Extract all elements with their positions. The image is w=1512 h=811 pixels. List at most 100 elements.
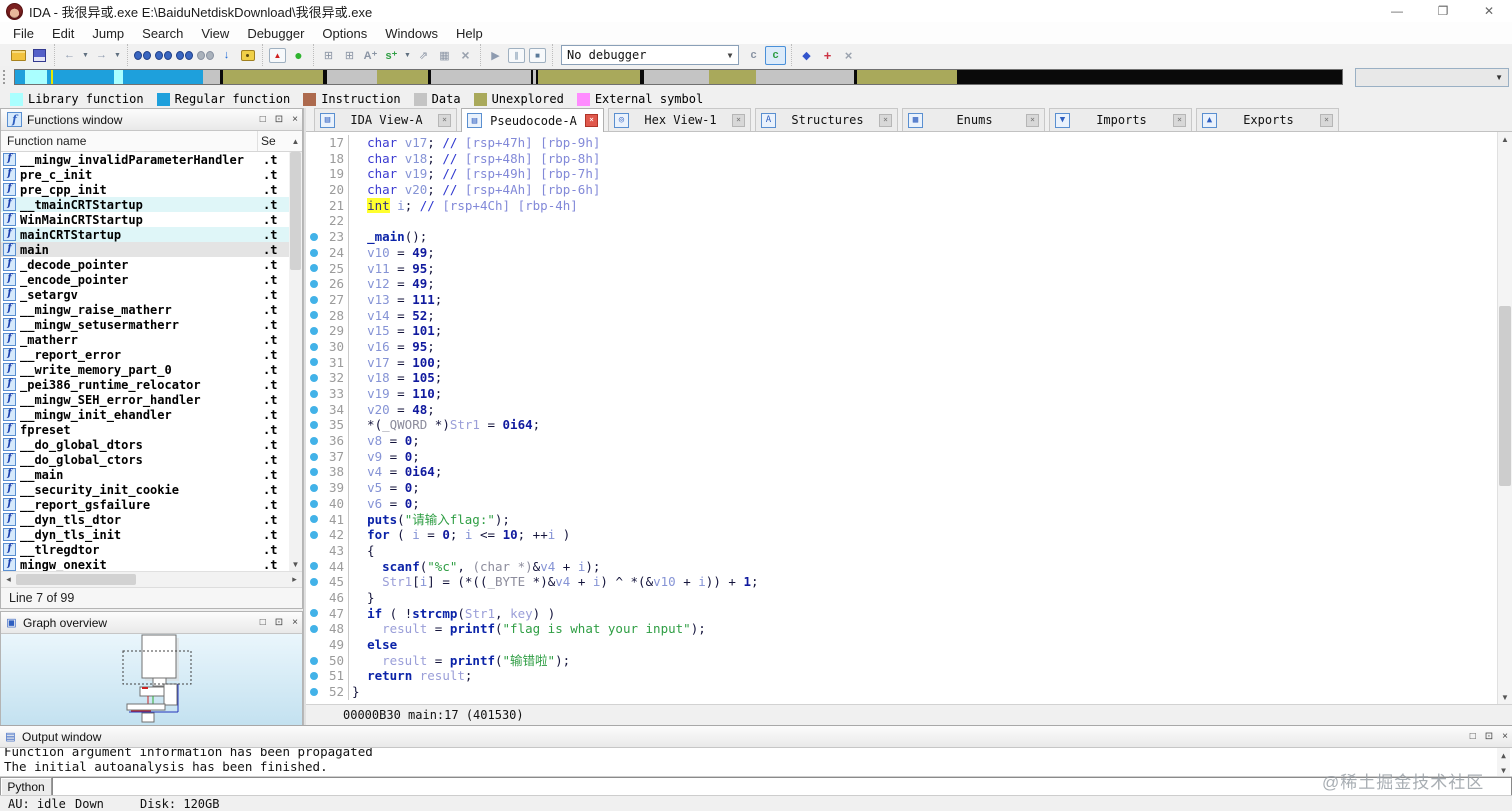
output-close-button[interactable]: × xyxy=(1502,731,1508,742)
code-line[interactable]: 46 } xyxy=(306,589,1512,606)
navband-segment[interactable] xyxy=(327,70,377,84)
navband-segment[interactable] xyxy=(957,70,1342,84)
function-row[interactable]: f _encode_pointer .t xyxy=(1,272,289,287)
function-row[interactable]: f _matherr .t xyxy=(1,332,289,347)
function-row[interactable]: f __report_gsfailure .t xyxy=(1,497,289,512)
python-command-input[interactable] xyxy=(52,777,1512,796)
tab-close-icon[interactable]: × xyxy=(438,113,451,127)
menu-item-file[interactable]: File xyxy=(4,24,43,43)
code-line[interactable]: 25 v11 = 95; xyxy=(306,260,1512,277)
code-line[interactable]: 19 char v19; // [rsp+49h] [rbp-7h] xyxy=(306,166,1512,183)
function-row[interactable]: f pre_cpp_init .t xyxy=(1,182,289,197)
add-type-icon[interactable]: A⁺ xyxy=(361,47,380,64)
column-segment[interactable]: Se xyxy=(258,134,289,148)
function-row[interactable]: f __main .t xyxy=(1,467,289,482)
pause-process-icon[interactable]: ∥ xyxy=(508,47,525,63)
debugger-windows-icon[interactable]: ◆ xyxy=(797,47,816,64)
code-line[interactable]: 48 result = printf("flag is what your in… xyxy=(306,621,1512,637)
back-history-caret-icon[interactable]: ▼ xyxy=(81,47,90,64)
code-line[interactable]: 34 v20 = 48; xyxy=(306,401,1512,418)
navband-segment[interactable] xyxy=(431,70,531,84)
code-line[interactable]: 50 result = printf("输错啦"); xyxy=(306,652,1512,669)
open-file-icon[interactable] xyxy=(9,47,28,64)
scroll-right-icon[interactable]: ▸ xyxy=(287,574,302,585)
scrollbar-thumb[interactable] xyxy=(16,574,136,585)
functions-vertical-scrollbar[interactable]: ▼ xyxy=(289,152,302,571)
code-line[interactable]: 24 v10 = 49; xyxy=(306,244,1512,261)
function-row[interactable]: f __do_global_ctors .t xyxy=(1,452,289,467)
function-row[interactable]: f __mingw_setusermatherr .t xyxy=(1,317,289,332)
menu-item-debugger[interactable]: Debugger xyxy=(238,24,313,43)
tab-close-icon[interactable]: × xyxy=(1026,113,1039,127)
code-line[interactable]: 52} xyxy=(306,684,1512,700)
autoanalysis-indicator-icon[interactable]: ● xyxy=(289,47,308,64)
search-text-icon[interactable] xyxy=(154,47,173,64)
function-row[interactable]: f mingw_onexit .t xyxy=(1,557,289,571)
function-row[interactable]: f main .t xyxy=(1,242,289,257)
function-row[interactable]: f __dyn_tls_dtor .t xyxy=(1,512,289,527)
create-struct-icon[interactable]: ⊞ xyxy=(319,47,338,64)
navband-segment[interactable] xyxy=(223,70,323,84)
function-row[interactable]: f __dyn_tls_init .t xyxy=(1,527,289,542)
scroll-down-icon[interactable]: ▼ xyxy=(289,558,302,571)
function-row[interactable]: f __mingw_SEH_error_handler .t xyxy=(1,392,289,407)
forward-history-caret-icon[interactable]: ▼ xyxy=(113,47,122,64)
code-line[interactable]: 36 v8 = 0; xyxy=(306,433,1512,449)
pin-icon[interactable]: ⇗ xyxy=(414,47,433,64)
code-line[interactable]: 18 char v18; // [rsp+48h] [rbp-8h] xyxy=(306,150,1512,167)
tab-close-icon[interactable]: × xyxy=(585,114,598,127)
cancel-action-icon[interactable]: × xyxy=(456,47,475,64)
tab-enums[interactable]: ▦ Enums × xyxy=(902,108,1045,131)
search-binary-icon[interactable] xyxy=(133,47,152,64)
navband-drag-handle[interactable] xyxy=(3,70,12,84)
code-line[interactable]: 20 char v20; // [rsp+4Ah] [rbp-6h] xyxy=(306,182,1512,198)
function-row[interactable]: f __mingw_invalidParameterHandler .t xyxy=(1,152,289,167)
function-row[interactable]: f __mingw_raise_matherr .t xyxy=(1,302,289,317)
code-line[interactable]: 45 Str1[i] = (*((_BYTE *)&v4 + i) ^ *(&v… xyxy=(306,574,1512,590)
tab-exports[interactable]: ▲ Exports × xyxy=(1196,108,1339,131)
pseudocode-vertical-scrollbar[interactable]: ▲ ▼ xyxy=(1497,132,1512,704)
code-line[interactable]: 30 v16 = 95; xyxy=(306,338,1512,355)
code-line[interactable]: 28 v14 = 52; xyxy=(306,307,1512,324)
python-button[interactable]: Python xyxy=(0,777,52,796)
navband-segment[interactable] xyxy=(644,70,709,84)
menu-item-windows[interactable]: Windows xyxy=(376,24,447,43)
code-line[interactable]: 32 v18 = 105; xyxy=(306,370,1512,386)
code-line[interactable]: 40 v6 = 0; xyxy=(306,495,1512,512)
function-row[interactable]: f __write_memory_part_0 .t xyxy=(1,362,289,377)
graph-close-button[interactable]: × xyxy=(292,617,298,628)
output-log[interactable]: Function argument information has been p… xyxy=(0,748,1512,777)
debugger-select[interactable]: No debugger ▼ xyxy=(561,45,739,65)
code-line[interactable]: 51 return result; xyxy=(306,668,1512,685)
scroll-left-icon[interactable]: ◂ xyxy=(1,574,16,585)
code-line[interactable]: 37 v9 = 0; xyxy=(306,448,1512,465)
navband-segment[interactable] xyxy=(538,70,640,84)
navigate-back-icon[interactable]: ← xyxy=(60,47,79,64)
graph-float-button[interactable]: ⊡ xyxy=(275,617,283,628)
tab-close-icon[interactable]: × xyxy=(1320,113,1333,127)
scroll-down-icon[interactable]: ▼ xyxy=(1498,690,1512,704)
code-line[interactable]: 27 v13 = 111; xyxy=(306,291,1512,308)
functions-close-button[interactable]: × xyxy=(292,114,298,125)
menu-item-view[interactable]: View xyxy=(192,24,238,43)
pseudocode-view[interactable]: 17 char v17; // [rsp+47h] [rbp-9h] 18 cha… xyxy=(306,132,1512,704)
search-sequence-icon[interactable] xyxy=(175,47,194,64)
code-line[interactable]: 38 v4 = 0i64; xyxy=(306,464,1512,481)
scroll-down-icon[interactable]: ▼ xyxy=(1501,763,1506,776)
menu-item-edit[interactable]: Edit xyxy=(43,24,83,43)
navband-segment[interactable] xyxy=(123,70,203,84)
start-process-icon[interactable]: ▶ xyxy=(486,47,505,64)
chevron-down-icon[interactable]: ▼ xyxy=(722,51,738,60)
restore-button[interactable]: ❐ xyxy=(1420,0,1466,22)
output-scrollbar[interactable]: ▲ ▼ xyxy=(1497,748,1510,777)
scroll-up-icon[interactable]: ▲ xyxy=(289,137,302,146)
functions-maximize-button[interactable]: □ xyxy=(260,114,266,125)
code-line[interactable]: 29 v15 = 101; xyxy=(306,323,1512,339)
code-line[interactable]: 41 puts("请输入flag:"); xyxy=(306,511,1512,528)
navband-segment[interactable] xyxy=(25,70,47,84)
function-row[interactable]: f _pei386_runtime_relocator .t xyxy=(1,377,289,392)
step-c-icon[interactable]: c xyxy=(744,47,763,64)
symbol-caret-icon[interactable]: ▼ xyxy=(403,47,412,64)
jump-to-address-icon[interactable]: ↓ xyxy=(217,47,236,64)
function-row[interactable]: f fpreset .t xyxy=(1,422,289,437)
